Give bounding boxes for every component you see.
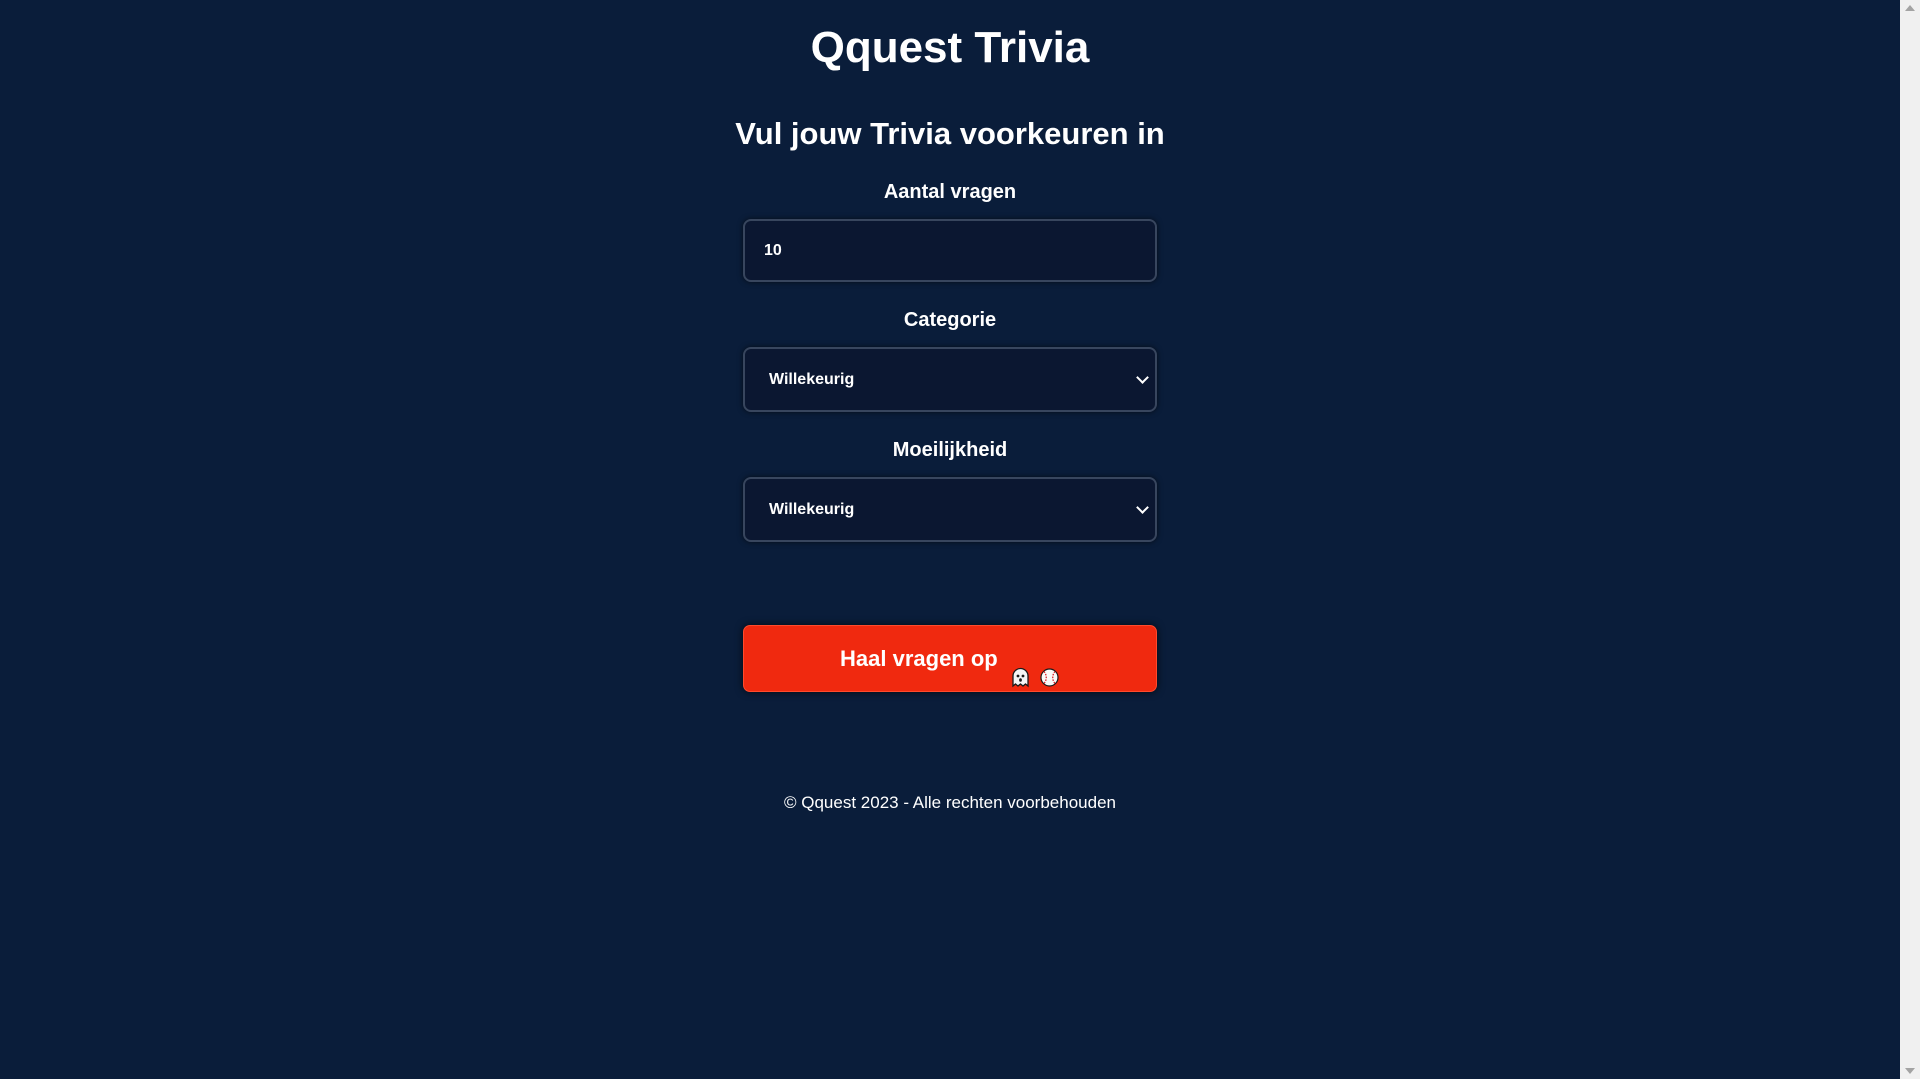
difficulty-label: Moeilijkheid — [892, 439, 1008, 461]
vertical-scrollbar[interactable] — [1900, 0, 1920, 1079]
ghost-emoji-icon — [1010, 648, 1031, 688]
category-select[interactable]: Willekeurig — [743, 347, 1157, 412]
difficulty-selected-value: Willekeurig — [769, 501, 855, 518]
fetch-questions-button[interactable]: Haal vragen op — [743, 625, 1157, 692]
page-title: Qquest Trivia — [810, 23, 1090, 72]
difficulty-select[interactable]: Willekeurig — [743, 477, 1157, 542]
category-label: Categorie — [903, 309, 997, 331]
form-heading: Vul jouw Trivia voorkeuren in — [735, 116, 1165, 151]
chevron-down-icon — [1136, 501, 1149, 514]
page-viewport: Qquest Trivia Vul jouw Trivia voorkeuren… — [0, 0, 1900, 1079]
scroll-up-arrow-icon[interactable] — [1905, 5, 1915, 11]
question-count-input[interactable]: 10 — [743, 219, 1157, 282]
question-count-value: 10 — [764, 242, 782, 259]
chevron-down-icon — [1136, 371, 1149, 384]
category-selected-value: Willekeurig — [769, 371, 855, 388]
scroll-down-arrow-icon[interactable] — [1905, 1068, 1915, 1074]
fetch-questions-label: Haal vragen op — [840, 646, 998, 671]
question-count-label: Aantal vragen — [883, 181, 1017, 203]
footer-copyright: © Qquest 2023 - Alle rechten voorbehoude… — [784, 793, 1116, 812]
baseball-emoji-icon — [1039, 648, 1060, 687]
